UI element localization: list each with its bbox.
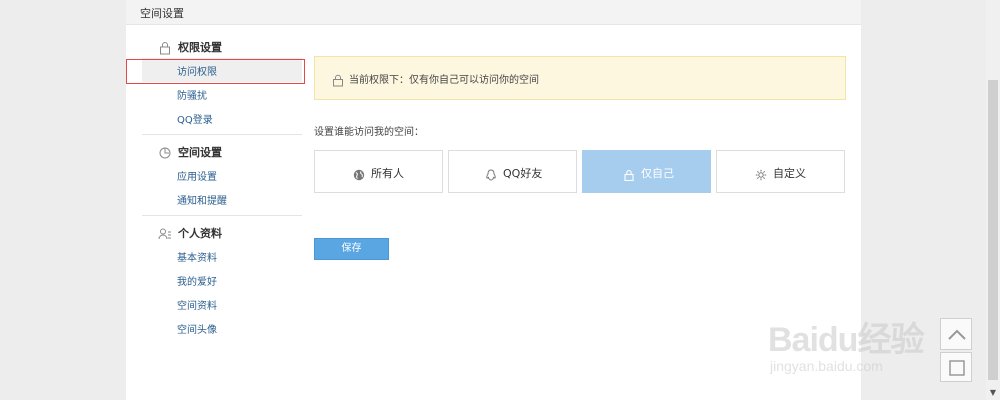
sidebar-item-label: 基本资料 — [177, 253, 217, 264]
square-icon — [949, 360, 965, 376]
option-label: 自定义 — [773, 167, 806, 180]
lock-icon — [332, 72, 344, 87]
sidebar-item-label: 防骚扰 — [177, 91, 207, 102]
access-prompt: 设置谁能访问我的空间： — [314, 127, 424, 138]
highlight-annotation-box — [126, 59, 305, 84]
sidebar-group-space-settings: 空间设置 应用设置 通知和提醒 — [142, 141, 302, 211]
divider — [142, 215, 302, 216]
sidebar-group-profile: 个人资料 基本资料 我的爱好 空间资料 空间头像 — [142, 222, 302, 340]
divider — [142, 134, 302, 135]
sidebar-item-hobbies[interactable]: 我的爱好 — [142, 268, 302, 292]
friend-icon — [485, 166, 497, 181]
scrollbar-thumb[interactable] — [988, 80, 998, 380]
permission-notice: 当前权限下：仅有你自己可以访问你的空间 — [314, 56, 846, 100]
option-label: 所有人 — [371, 167, 404, 180]
lock-icon — [158, 40, 172, 55]
option-label: 仅自己 — [641, 167, 674, 180]
save-button[interactable]: 保存 — [314, 238, 389, 260]
sidebar-item-label: 应用设置 — [177, 172, 217, 183]
sidebar-group-header[interactable]: 空间设置 — [158, 141, 302, 163]
sidebar-item-app-settings[interactable]: 应用设置 — [142, 163, 302, 187]
access-options: 所有人 QQ好友 仅自己 自定义 — [314, 150, 846, 193]
panel-header: 空间设置 — [126, 0, 861, 25]
sidebar-item-notifications[interactable]: 通知和提醒 — [142, 187, 302, 211]
sidebar-group-header[interactable]: 个人资料 — [158, 222, 302, 244]
sidebar-group-label: 权限设置 — [178, 41, 222, 54]
sidebar-item-basic-info[interactable]: 基本资料 — [142, 244, 302, 268]
notice-text: 当前权限下：仅有你自己可以访问你的空间 — [349, 75, 539, 86]
sidebar-item-label: 通知和提醒 — [177, 196, 227, 207]
sidebar-item-anti-harassment[interactable]: 防骚扰 — [142, 82, 302, 106]
chevron-up-icon — [948, 329, 966, 340]
option-everyone[interactable]: 所有人 — [314, 150, 443, 193]
sidebar-group-label: 个人资料 — [178, 227, 222, 240]
sidebar-item-label: 空间头像 — [177, 325, 217, 336]
sidebar-item-space-info[interactable]: 空间资料 — [142, 292, 302, 316]
sidebar-item-label: 我的爱好 — [177, 277, 217, 288]
sidebar-item-label: QQ登录 — [177, 115, 213, 126]
option-custom[interactable]: 自定义 — [716, 150, 845, 193]
feedback-button[interactable] — [940, 352, 972, 382]
globe-icon — [353, 166, 365, 181]
sidebar-item-qq-login[interactable]: QQ登录 — [142, 106, 302, 130]
sidebar-item-label: 空间资料 — [177, 301, 217, 312]
space-settings-icon — [158, 145, 172, 159]
profile-icon — [158, 226, 172, 240]
option-qq-friends[interactable]: QQ好友 — [448, 150, 577, 193]
gear-icon — [755, 166, 767, 181]
sidebar-group-header[interactable]: 权限设置 — [158, 36, 302, 58]
scroll-top-button[interactable] — [940, 318, 972, 350]
sidebar-group-label: 空间设置 — [178, 146, 222, 159]
option-only-me[interactable]: 仅自己 — [582, 150, 711, 193]
panel-title: 空间设置 — [140, 7, 184, 20]
sidebar-item-space-avatar[interactable]: 空间头像 — [142, 316, 302, 340]
option-label: QQ好友 — [503, 167, 543, 180]
scroll-down-arrow-icon[interactable]: ▼ — [986, 386, 1000, 400]
lock-icon — [623, 166, 635, 182]
